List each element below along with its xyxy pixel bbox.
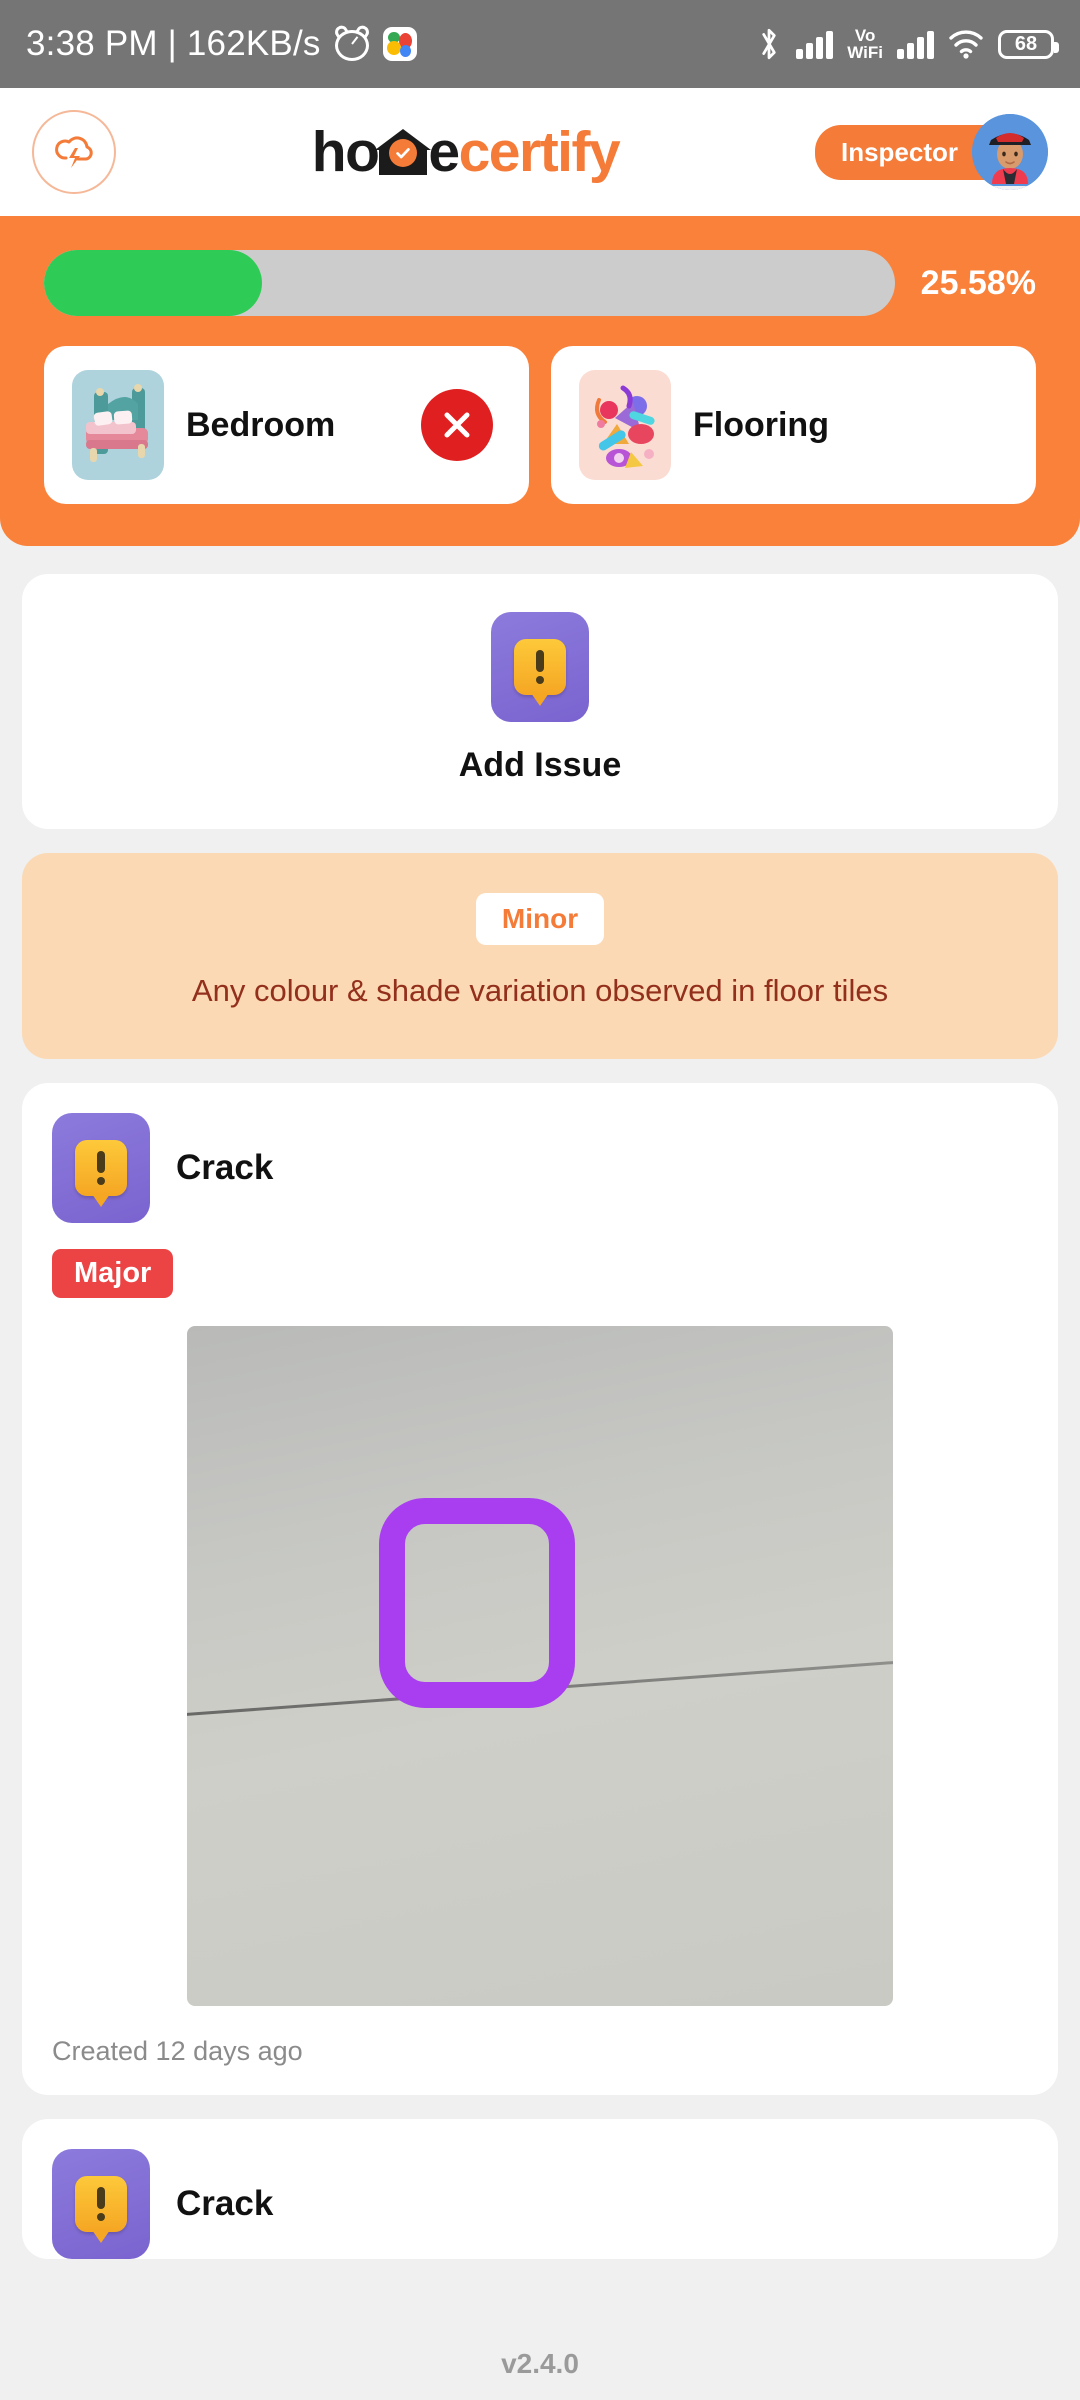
issue-card[interactable]: Crack	[22, 2119, 1058, 2260]
progress-percent: 25.58%	[920, 263, 1036, 302]
issue-alert-icon	[52, 1113, 150, 1224]
progress-panel: 25.58% Bedroom Flooring	[0, 216, 1080, 546]
filter-chips: Bedroom Flooring	[44, 346, 1036, 504]
battery-level: 68	[1014, 32, 1038, 55]
status-badge: Minor	[475, 893, 605, 945]
highlight-box	[379, 1498, 575, 1709]
issue-title: Crack	[176, 2184, 274, 2224]
issue-created-timestamp: Created 12 days ago	[52, 2036, 303, 2067]
issue-alert-icon	[491, 612, 589, 722]
filter-chip-label: Flooring	[693, 405, 829, 444]
app-version: v2.4.0	[501, 2348, 579, 2379]
add-issue-label: Add Issue	[458, 746, 622, 784]
status-bar: 3:38 PM | 162KB/s Vo WiFi 68	[0, 0, 1080, 88]
bed-icon	[72, 370, 164, 480]
flooring-icon	[579, 370, 671, 480]
app-header: ho e certify Inspector	[0, 88, 1080, 216]
progress-row: 25.58%	[44, 250, 1036, 316]
battery-indicator: 68	[998, 29, 1059, 59]
status-bar-right: Vo WiFi 68	[756, 26, 1059, 62]
status-clock: 3:38 PM | 162KB/s	[26, 24, 321, 63]
issue-card[interactable]: Crack Major Created 12 days ago	[22, 1083, 1058, 2096]
vowifi-bottom: WiFi	[847, 43, 883, 62]
issue-title: Crack	[176, 1148, 274, 1188]
close-circle-icon[interactable]	[421, 389, 493, 461]
house-check-icon	[375, 129, 432, 175]
logo-text-part3: certify	[458, 119, 621, 184]
logo-text-part1: ho	[311, 119, 380, 184]
issue-alert-icon	[52, 2149, 150, 2260]
status-bar-left: 3:38 PM | 162KB/s	[26, 23, 417, 64]
cloud-lightning-icon[interactable]	[32, 110, 116, 194]
note-text: Any colour & shade variation observed in…	[191, 973, 889, 1008]
issue-header: Crack	[52, 1113, 1028, 1224]
wifi-icon	[949, 30, 983, 59]
cellular-signal-icon-1	[796, 29, 834, 59]
vowifi-top: Vo	[854, 26, 876, 45]
progress-track	[44, 250, 895, 316]
app-root: 3:38 PM | 162KB/s Vo WiFi 68 ho e certif…	[0, 0, 1080, 2400]
filter-chip-flooring[interactable]: Flooring	[551, 346, 1036, 504]
profile-area[interactable]: Inspector	[814, 114, 1048, 190]
app-logo: ho e certify	[311, 119, 621, 184]
avatar[interactable]	[972, 114, 1048, 190]
severity-badge: Major	[52, 1249, 174, 1299]
google-photos-icon	[382, 27, 417, 61]
add-issue-button[interactable]: Add Issue	[22, 574, 1058, 829]
progress-fill	[44, 250, 262, 316]
filter-chip-label: Bedroom	[186, 405, 336, 444]
severity-note-card: Minor Any colour & shade variation obser…	[22, 853, 1058, 1060]
logo-text-part2: e	[428, 119, 460, 184]
app-footer: v2.4.0	[0, 2328, 1080, 2400]
vowifi-indicator: Vo WiFi	[847, 27, 883, 61]
content-area: Add Issue Minor Any colour & shade varia…	[0, 546, 1080, 2328]
issue-header: Crack	[52, 2149, 1028, 2260]
alarm-icon	[332, 23, 372, 61]
bluetooth-icon	[762, 28, 776, 60]
filter-chip-bedroom[interactable]: Bedroom	[44, 346, 529, 504]
issue-photo[interactable]	[187, 1326, 893, 2007]
cellular-signal-icon-2	[897, 29, 934, 59]
